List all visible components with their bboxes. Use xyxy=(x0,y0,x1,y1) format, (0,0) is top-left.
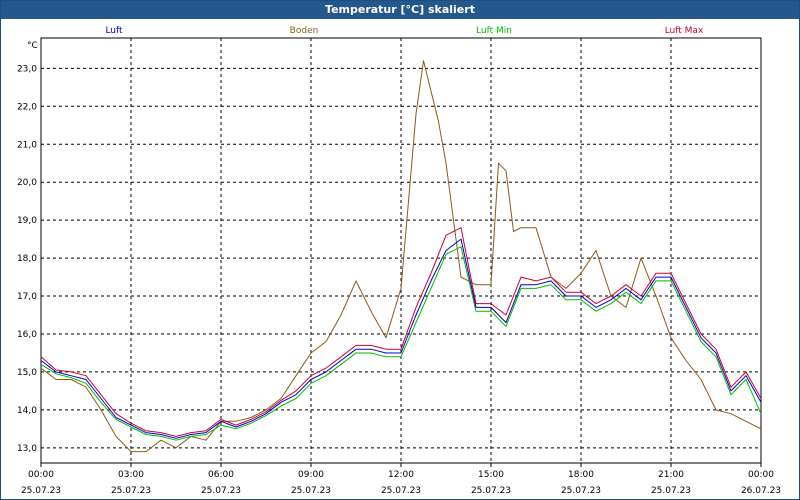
x-tick-date-label: 25.07.23 xyxy=(201,486,241,496)
x-tick-date-label: 26.07.23 xyxy=(741,486,781,496)
x-tick-date-label: 25.07.23 xyxy=(111,486,151,496)
x-tick-date-label: 25.07.23 xyxy=(561,486,601,496)
x-tick-time-label: 09:00 xyxy=(298,470,324,480)
chart-plot: Luft Boden Luft Min Luft Max °C 13,0 14,0 15,0… xyxy=(17,26,781,496)
y-tick-label: 20,0 xyxy=(17,178,37,188)
x-tick-date-label: 25.07.23 xyxy=(381,486,421,496)
y-tick-label: 17,0 xyxy=(17,292,37,302)
x-tick-time-label: 12:00 xyxy=(388,470,414,480)
legend-entry: Luft Max xyxy=(665,26,704,36)
x-tick-date-label: 25.07.23 xyxy=(291,486,331,496)
y-tick-label: 14,0 xyxy=(17,406,37,416)
x-tick-date-label: 25.07.23 xyxy=(21,486,61,496)
y-tick-label: 15,0 xyxy=(17,368,37,378)
y-tick-label: 16,0 xyxy=(17,330,37,340)
x-tick-time-label: 06:00 xyxy=(208,470,234,480)
y-tick-label: 13,0 xyxy=(17,444,37,454)
x-tick-time-label: 00:00 xyxy=(28,470,54,480)
x-tick-date-label: 25.07.23 xyxy=(651,486,691,496)
x-tick-time-label: 15:00 xyxy=(478,470,504,480)
window-title: Temperatur [°C] skaliert xyxy=(1,1,799,19)
y-tick-label: 23,0 xyxy=(17,64,37,74)
chart-window: Temperatur [°C] skaliert Luft Boden Luft M… xyxy=(0,0,800,500)
legend-entry: Luft xyxy=(105,26,123,36)
y-tick-label: 18,0 xyxy=(17,254,37,264)
x-tick-time-label: 18:00 xyxy=(568,470,594,480)
y-tick-label: 22,0 xyxy=(17,102,37,112)
y-tick-label: 21,0 xyxy=(17,140,37,150)
x-tick-time-label: 00:00 xyxy=(748,470,774,480)
y-tick-label: 19,0 xyxy=(17,216,37,226)
legend-entry: Boden xyxy=(290,26,319,36)
x-tick-date-label: 25.07.23 xyxy=(471,486,511,496)
x-tick-time-label: 03:00 xyxy=(118,470,144,480)
x-tick-time-label: 21:00 xyxy=(658,470,684,480)
y-axis-unit-label: °C xyxy=(27,41,38,51)
legend-entry: Luft Min xyxy=(476,26,512,36)
